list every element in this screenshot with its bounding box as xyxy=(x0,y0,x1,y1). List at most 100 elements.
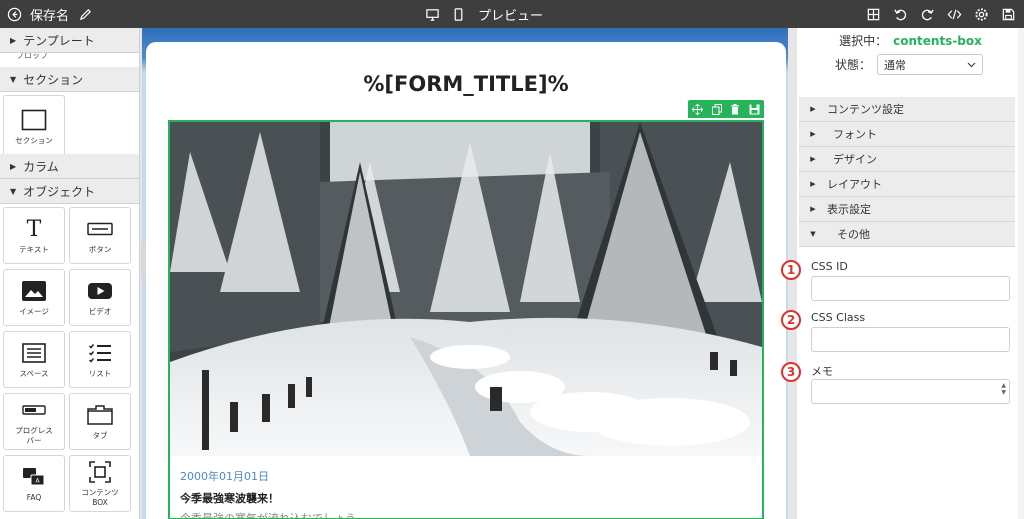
section-tile[interactable]: セクション xyxy=(3,95,65,157)
caret-down-icon: ▼ xyxy=(10,186,17,196)
selection-toolbar xyxy=(688,100,764,118)
object-section-header[interactable]: ▼ オブジェクト xyxy=(0,179,139,204)
gear-icon[interactable] xyxy=(973,6,989,22)
text-tile[interactable]: T テキスト xyxy=(3,207,65,264)
tile-label: テキスト xyxy=(19,245,49,254)
panel-scrollbar[interactable] xyxy=(1018,28,1024,519)
tile-label: ボタン xyxy=(88,245,112,254)
article-body: 今季最強の寒気が流れ込むでしょう xyxy=(180,512,356,519)
article-headline: 今季最強寒波襲来！ xyxy=(180,492,279,505)
undo-icon[interactable] xyxy=(892,6,908,22)
button-tile[interactable]: ボタン xyxy=(69,207,131,264)
save-name-label[interactable]: 保存名 xyxy=(30,5,69,24)
top-toolbar: 保存名 プレビュー xyxy=(0,0,1024,28)
tile-label: タブ xyxy=(92,431,108,440)
column-label: カラム xyxy=(23,159,59,174)
tile-label: コンテンツ BOX xyxy=(81,488,119,507)
right-property-panel: 選択中： contents-box 状態： 通常 ▶ コンテンツ設定 ▶ フォント ▶… xyxy=(781,28,1024,519)
video-icon xyxy=(87,278,113,304)
progress-bar-icon xyxy=(22,397,46,423)
accordion-font[interactable]: ▶ フォント xyxy=(799,122,1015,147)
tab-icon xyxy=(87,402,113,428)
desktop-icon[interactable] xyxy=(424,6,440,22)
pencil-icon[interactable] xyxy=(77,6,93,22)
state-select-value: 通常 xyxy=(884,58,907,72)
contents-box-tile[interactable]: コンテンツ BOX xyxy=(69,455,131,512)
accordion-layout[interactable]: ▶ レイアウト xyxy=(799,172,1015,197)
section-label: セクション xyxy=(23,72,84,87)
accordion-label: 表示設定 xyxy=(827,203,871,216)
object-label: オブジェクト xyxy=(23,184,96,199)
caret-right-icon: ▶ xyxy=(810,155,816,163)
save-block-icon[interactable] xyxy=(749,100,760,119)
space-tile[interactable]: スペース xyxy=(3,331,65,388)
caret-down-icon: ▼ xyxy=(810,230,816,238)
accordion-label: コンテンツ設定 xyxy=(827,103,904,116)
selected-value: contents-box xyxy=(893,34,982,48)
memo-label: メモ xyxy=(811,365,833,378)
move-icon[interactable] xyxy=(692,100,704,119)
caret-right-icon: ▶ xyxy=(810,130,816,138)
settings-accordion: ▶ コンテンツ設定 ▶ フォント ▶ デザイン ▶ レイアウト ▶ 表示設定 ▼ その他 xyxy=(799,97,1015,247)
tile-label: スペース xyxy=(19,369,49,378)
tile-label: ビデオ xyxy=(88,307,112,316)
accordion-other[interactable]: ▼ その他 xyxy=(799,222,1015,247)
state-label: 状態： xyxy=(835,58,872,72)
image-icon xyxy=(21,278,47,304)
faq-tile[interactable]: A FAQ xyxy=(3,455,65,512)
accordion-label: デザイン xyxy=(833,153,877,166)
form-title[interactable]: %[FORM_TITLE]% xyxy=(146,72,786,96)
copy-icon[interactable] xyxy=(711,100,722,119)
text-icon: T xyxy=(26,216,42,242)
selected-label: 選択中： xyxy=(839,34,888,48)
column-section-header[interactable]: ▶ カラム xyxy=(0,154,139,179)
css-id-input[interactable] xyxy=(811,276,1010,301)
form-page: %[FORM_TITLE]% 2000年01月01日 今季最強寒波襲来！ 今季最… xyxy=(146,42,786,519)
save-disk-icon[interactable] xyxy=(1000,6,1016,22)
template-section-header[interactable]: ▶ テンプレート xyxy=(0,28,139,53)
video-tile[interactable]: ビデオ xyxy=(69,269,131,326)
accordion-label: その他 xyxy=(837,228,870,241)
redo-icon[interactable] xyxy=(919,6,935,22)
memo-textarea[interactable]: ▲ ▼ xyxy=(811,379,1010,404)
back-circle-icon[interactable] xyxy=(6,6,22,22)
faq-icon: A xyxy=(22,464,46,490)
callout-badge-1: 1 xyxy=(781,260,801,280)
tile-label: イメージ xyxy=(19,307,49,316)
spinner-arrows-icon: ▲ ▼ xyxy=(1001,382,1006,396)
tab-tile[interactable]: タブ xyxy=(69,393,131,450)
css-class-label: CSS Class xyxy=(811,311,866,324)
tile-label: FAQ xyxy=(26,493,42,502)
caret-right-icon: ▶ xyxy=(810,105,816,113)
template-peek: プロップ xyxy=(0,53,139,67)
chevron-down-icon xyxy=(967,58,976,71)
list-tile[interactable]: リスト xyxy=(69,331,131,388)
image-tile[interactable]: イメージ xyxy=(3,269,65,326)
caret-right-icon: ▶ xyxy=(810,205,816,213)
accordion-label: フォント xyxy=(833,128,877,141)
selected-element-indicator: 選択中： contents-box xyxy=(797,32,1024,49)
preview-label[interactable]: プレビュー xyxy=(478,5,543,24)
css-class-input[interactable] xyxy=(811,327,1010,352)
mobile-icon[interactable] xyxy=(450,6,466,22)
snowy-forest-image xyxy=(170,122,762,456)
progress-bar-tile[interactable]: プログレス バー xyxy=(3,393,65,450)
accordion-display-settings[interactable]: ▶ 表示設定 xyxy=(799,197,1015,222)
section-section-header[interactable]: ▼ セクション xyxy=(0,67,139,92)
contents-box-selected[interactable]: 2000年01月01日 今季最強寒波襲来！ 今季最強の寒気が流れ込むでしょう xyxy=(168,120,764,519)
css-id-label: CSS ID xyxy=(811,260,848,273)
state-select[interactable]: 通常 xyxy=(877,54,984,75)
callout-badge-3: 3 xyxy=(781,362,801,382)
caret-right-icon: ▶ xyxy=(10,35,17,45)
template-peek-label: プロップ xyxy=(16,53,48,60)
caret-right-icon: ▶ xyxy=(10,161,17,171)
article-date: 2000年01月01日 xyxy=(180,470,269,483)
accordion-design[interactable]: ▶ デザイン xyxy=(799,147,1015,172)
tile-label: プログレス バー xyxy=(15,426,53,445)
tile-label: リスト xyxy=(88,369,112,378)
trash-icon[interactable] xyxy=(730,100,740,119)
accordion-contents-settings[interactable]: ▶ コンテンツ設定 xyxy=(799,97,1015,122)
state-row: 状態： 通常 xyxy=(835,54,984,75)
code-icon[interactable] xyxy=(946,6,962,22)
grid-icon[interactable] xyxy=(865,6,881,22)
